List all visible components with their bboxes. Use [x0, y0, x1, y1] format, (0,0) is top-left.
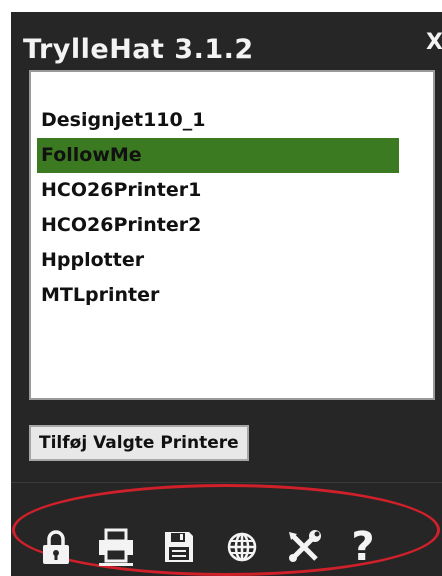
- printer-item-hpplotter[interactable]: Hpplotter: [31, 243, 433, 278]
- printer-item-mtlprinter[interactable]: MTLprinter: [31, 278, 433, 313]
- save-icon[interactable]: [157, 522, 201, 572]
- printer-list[interactable]: Designjet110_1 FollowMe HCO26Printer1 HC…: [29, 70, 435, 400]
- lock-icon[interactable]: [34, 522, 78, 572]
- printer-item-hco26printer1[interactable]: HCO26Printer1: [31, 173, 433, 208]
- app-window: TrylleHat 3.1.2 X Designjet110_1 FollowM…: [11, 12, 442, 576]
- close-button[interactable]: X: [426, 32, 442, 54]
- help-icon[interactable]: ?: [341, 522, 385, 572]
- printer-item-designjet110-1[interactable]: Designjet110_1: [31, 103, 433, 138]
- globe-icon[interactable]: [220, 522, 264, 572]
- app-title: TrylleHat 3.1.2: [23, 34, 254, 65]
- toolbar-divider: [11, 482, 442, 483]
- printer-icon[interactable]: [94, 522, 138, 572]
- printer-item-followme[interactable]: FollowMe: [37, 138, 399, 173]
- tools-icon[interactable]: [282, 522, 326, 572]
- printer-item-hco26printer2[interactable]: HCO26Printer2: [31, 208, 433, 243]
- add-selected-printers-button[interactable]: Tilføj Valgte Printere: [29, 425, 249, 461]
